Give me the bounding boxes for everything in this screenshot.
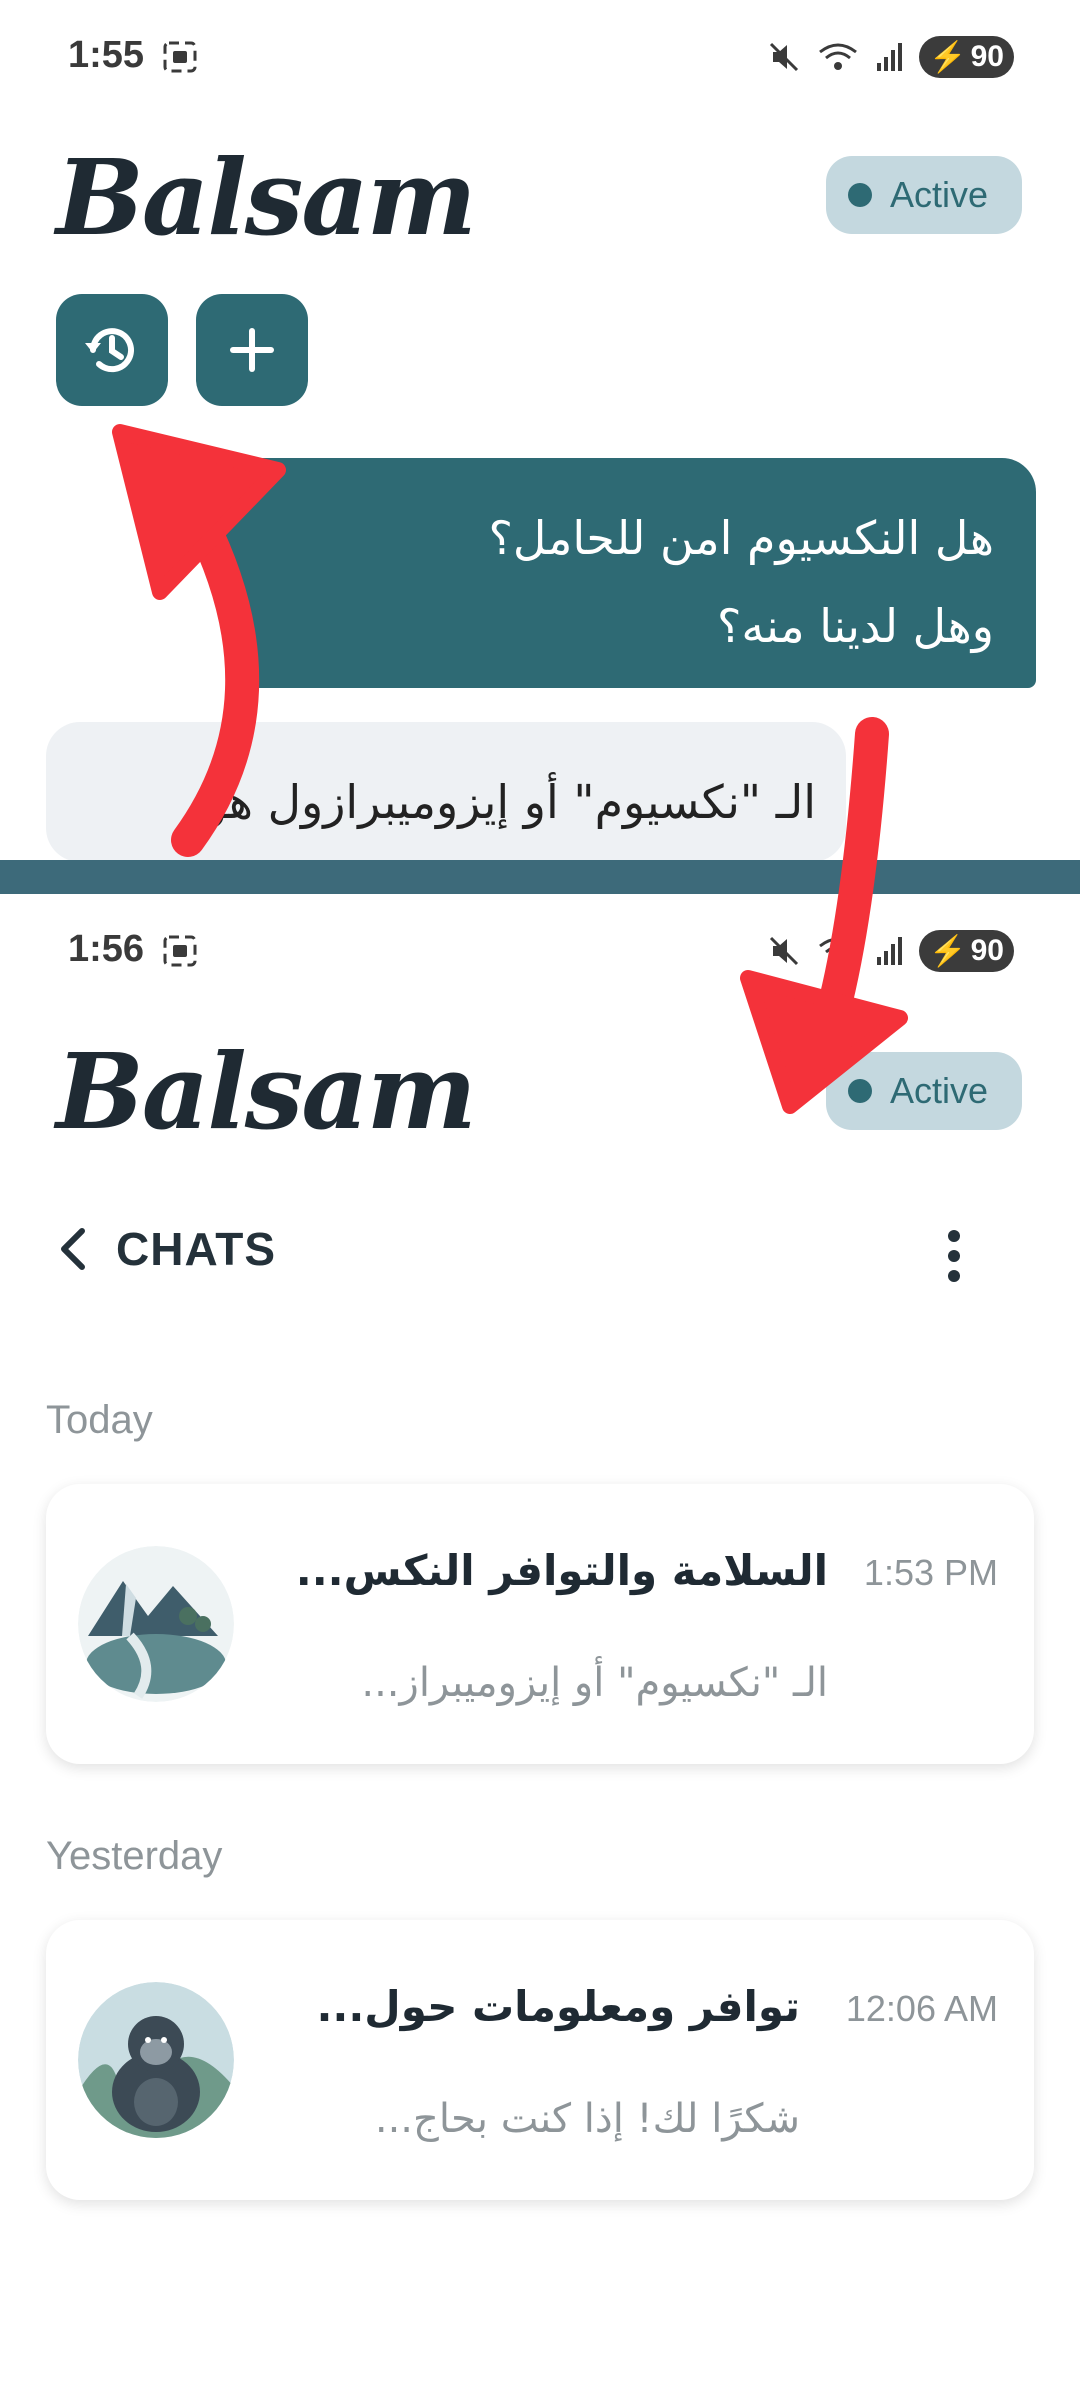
status-badge: Active — [826, 1052, 1022, 1130]
signal-icon — [877, 43, 903, 71]
chat-time: 1:53 PM — [863, 1552, 998, 1593]
more-vertical-icon[interactable] — [934, 1226, 974, 1286]
section-label-today: Today — [46, 1398, 153, 1442]
battery-level: 90 — [970, 934, 1004, 967]
chat-time: 12:06 AM — [845, 1988, 998, 2029]
gorilla-illustration-icon — [78, 1982, 234, 2138]
chevron-left-icon[interactable] — [56, 1225, 90, 1273]
active-dot — [848, 1079, 872, 1103]
bolt-icon: ⚡ — [929, 40, 967, 74]
screen-record-icon — [163, 41, 197, 73]
history-icon — [85, 328, 134, 373]
chat-snippet: الـ "نكسيوم" أو إيزوميبراز... — [361, 1660, 828, 1706]
chat-avatar — [78, 1546, 234, 1702]
wifi-icon — [819, 937, 858, 964]
status-time: 1:56 — [68, 928, 145, 970]
status-badge-label: Active — [890, 174, 989, 215]
screenshot-divider — [0, 860, 1080, 894]
chat-title: السلامة والتوافر النكس... — [295, 1546, 828, 1595]
battery-indicator: ⚡ 90 — [919, 930, 1014, 972]
assistant-message-text: الـ "نكسيوم" أو إيزوميبرازول هو — [204, 775, 816, 829]
screen-record-icon — [163, 935, 197, 967]
battery-indicator: ⚡ 90 — [919, 36, 1014, 78]
signal-icon — [877, 937, 903, 965]
app-title: Balsam — [56, 136, 477, 259]
bolt-icon: ⚡ — [929, 934, 967, 968]
mute-icon — [770, 42, 799, 72]
history-button[interactable] — [56, 294, 168, 406]
user-message-line: وهل لدينا منه؟ — [716, 599, 994, 653]
status-time: 1:55 — [68, 34, 145, 76]
active-dot — [848, 183, 872, 207]
status-badge: Active — [826, 156, 1022, 234]
status-icons: ⚡ 90 — [767, 930, 1014, 972]
new-chat-button[interactable] — [196, 294, 308, 406]
chat-snippet: شكرًا لك! إذا كنت بحاج... — [374, 2096, 800, 2142]
status-icons: ⚡ 90 — [767, 36, 1014, 78]
chats-header: CHATS — [56, 1222, 276, 1276]
chats-title: CHATS — [116, 1223, 277, 1275]
battery-level: 90 — [970, 40, 1004, 73]
assistant-message-bubble: الـ "نكسيوم" أو إيزوميبرازول هو — [46, 722, 846, 862]
status-badge-label: Active — [890, 1070, 989, 1111]
wifi-icon — [819, 43, 858, 70]
landscape-illustration-icon — [78, 1546, 234, 1702]
chat-list-item[interactable]: توافر ومعلومات حول... 12:06 AM شكرًا لك!… — [46, 1920, 1034, 2200]
section-label-yesterday: Yesterday — [46, 1834, 223, 1878]
mute-icon — [770, 936, 799, 966]
user-message-bubble: هل النكسيوم امن للحامل؟ وهل لدينا منه؟ — [226, 458, 1036, 688]
chat-list-item[interactable]: السلامة والتوافر النكس... 1:53 PM الـ "ن… — [46, 1484, 1034, 1764]
app-title: Balsam — [56, 1030, 477, 1153]
status-bar-bottom: 1:56 ⚡ 90 — [0, 894, 1080, 984]
plus-icon — [230, 328, 274, 372]
user-message-line: هل النكسيوم امن للحامل؟ — [488, 511, 994, 565]
chat-title: توافر ومعلومات حول... — [316, 1982, 800, 2031]
chat-avatar — [78, 1982, 234, 2138]
status-bar-top: 1:55 ⚡ 90 — [0, 0, 1080, 90]
